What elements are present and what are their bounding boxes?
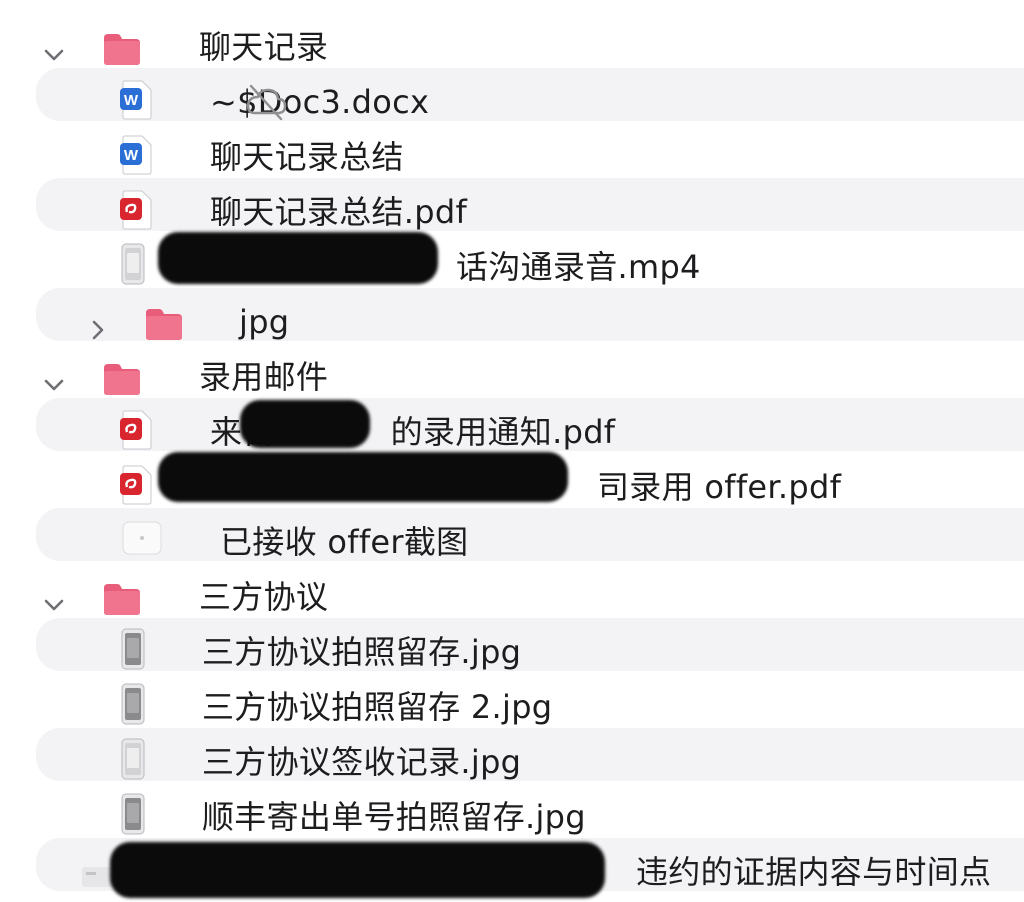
row-background xyxy=(36,563,1024,616)
row-background xyxy=(36,618,1024,671)
file-row[interactable]: 顺丰寄出单号拍照留存.jpg xyxy=(0,782,1024,837)
svg-text:W: W xyxy=(124,92,139,109)
file-row[interactable]: 话沟通录音.mp4 xyxy=(0,232,1024,287)
file-name: 司录用 offer.pdf xyxy=(597,467,842,506)
redaction-mark xyxy=(158,232,438,284)
row-background xyxy=(36,728,1024,781)
file-name: 三方协议拍照留存 2.jpg xyxy=(202,687,553,726)
folder-icon xyxy=(144,307,184,345)
file-name: 话沟通录音.mp4 xyxy=(456,247,701,286)
file-row[interactable]: W ~$Doc3.docx xyxy=(0,67,1024,122)
chevron-right-icon[interactable] xyxy=(86,318,110,342)
file-name: 三方协议签收记录.jpg xyxy=(202,742,522,781)
folder-name: 三方协议 xyxy=(199,577,329,616)
video-thumbnail-icon xyxy=(120,243,146,289)
file-name: 已接收 offer截图 xyxy=(220,522,469,561)
file-row[interactable]: 三方协议签收记录.jpg xyxy=(0,727,1024,782)
redaction-mark xyxy=(158,452,568,502)
row-background xyxy=(36,178,1024,231)
photo-thumbnail-icon xyxy=(120,683,146,729)
file-name: 聊天记录总结 xyxy=(210,137,404,176)
folder-row[interactable]: 聊天记录 xyxy=(0,12,1024,67)
folder-name: jpg xyxy=(239,302,290,341)
svg-text:W: W xyxy=(124,147,139,164)
folder-icon xyxy=(102,32,142,70)
file-row[interactable]: 三方协议拍照留存.jpg xyxy=(0,617,1024,672)
file-row[interactable]: 三方协议拍照留存 2.jpg xyxy=(0,672,1024,727)
file-list: 聊天记录 W ~$Doc3.docx W 聊天记录总结 聊天记录总结.pdf 话… xyxy=(0,0,1024,902)
pdf-icon xyxy=(120,410,154,454)
cloud-slash-icon[interactable] xyxy=(241,82,289,122)
folder-icon xyxy=(102,582,142,620)
redaction-mark xyxy=(110,842,605,898)
folder-name: 聊天记录 xyxy=(199,27,329,66)
file-name: 违约的证据内容与时间点 xyxy=(636,852,992,891)
file-name: 顺丰寄出单号拍照留存.jpg xyxy=(202,797,586,836)
row-background xyxy=(36,13,1024,66)
file-name: 三方协议拍照留存.jpg xyxy=(202,632,522,671)
photo-thumbnail-icon xyxy=(120,628,146,674)
folder-row[interactable]: 录用邮件 xyxy=(0,342,1024,397)
file-name-suffix: 的录用通知.pdf xyxy=(390,412,616,451)
photo-thumbnail-icon xyxy=(120,738,146,784)
photo-thumbnail-icon xyxy=(120,793,146,839)
file-name: 聊天记录总结.pdf xyxy=(210,192,468,231)
word-doc-icon: W xyxy=(120,80,154,124)
row-background xyxy=(36,343,1024,396)
row-background xyxy=(36,508,1024,561)
word-doc-icon: W xyxy=(120,135,154,179)
folder-row[interactable]: 三方协议 xyxy=(0,562,1024,617)
file-row[interactable]: 已接收 offer截图 xyxy=(0,507,1024,562)
file-row[interactable]: 来自的录用通知.pdf xyxy=(0,397,1024,452)
file-row[interactable]: W 聊天记录总结 xyxy=(0,122,1024,177)
pdf-icon xyxy=(120,190,154,234)
row-background xyxy=(36,288,1024,341)
pdf-icon xyxy=(120,465,154,509)
chevron-down-icon[interactable] xyxy=(42,593,66,617)
row-background xyxy=(36,68,1024,121)
chevron-down-icon[interactable] xyxy=(42,373,66,397)
image-thumbnail-icon xyxy=(120,516,164,564)
folder-name: 录用邮件 xyxy=(199,357,329,396)
file-row[interactable]: 聊天记录总结.pdf xyxy=(0,177,1024,232)
folder-row[interactable]: jpg xyxy=(0,287,1024,342)
redaction-mark xyxy=(240,400,370,448)
row-background xyxy=(36,123,1024,176)
chevron-down-icon[interactable] xyxy=(42,43,66,67)
folder-icon xyxy=(102,362,142,400)
